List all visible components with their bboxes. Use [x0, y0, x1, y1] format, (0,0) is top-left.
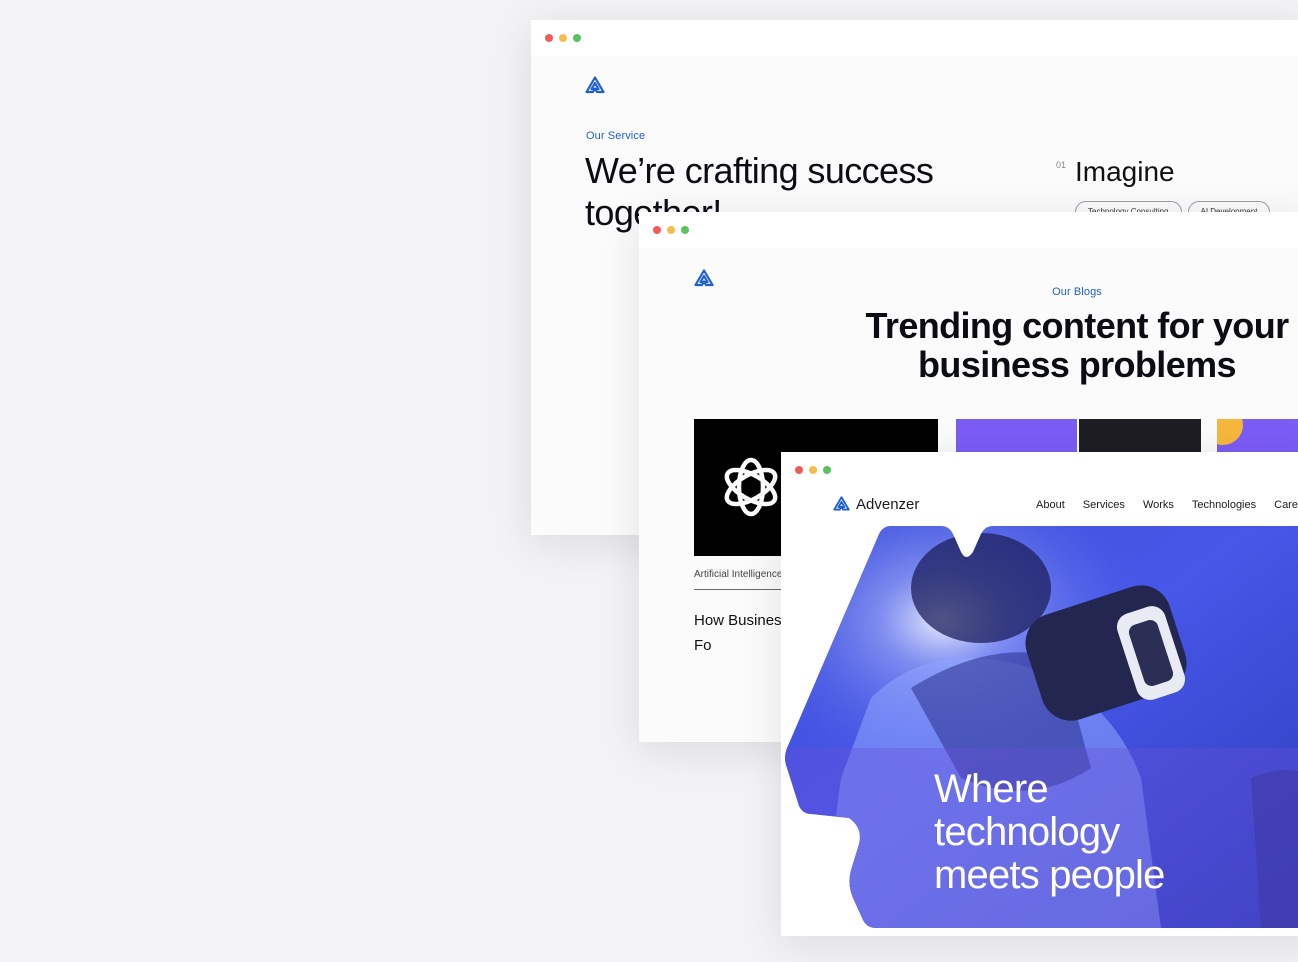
service-number: 01: [1056, 160, 1067, 170]
home-window: Advenzer About Services Works Technologi…: [781, 452, 1298, 936]
title-line: Trending content for your: [865, 305, 1290, 346]
window-titlebar: [531, 20, 1298, 56]
section-title: Trending content for your business probl…: [789, 306, 1298, 384]
hero-heading: Where technology meets people: [934, 768, 1165, 897]
openai-icon: [716, 449, 786, 525]
nav-item-careers[interactable]: Careers: [1274, 499, 1298, 511]
maximize-window-button[interactable]: [823, 466, 831, 474]
title-line: business problems: [918, 344, 1237, 385]
brand-logo-icon: [833, 496, 850, 513]
brand-link[interactable]: Advenzer: [833, 496, 919, 513]
blog-category: Artificial Intelligence: [694, 569, 783, 580]
hero-line: meets people: [934, 853, 1165, 897]
close-window-button[interactable]: [653, 226, 661, 234]
minimize-window-button[interactable]: [667, 226, 675, 234]
nav-item-about[interactable]: About: [1036, 499, 1065, 511]
minimize-window-button[interactable]: [559, 34, 567, 42]
window-titlebar: [781, 452, 1298, 488]
service-name: Imagine: [1075, 156, 1175, 187]
brand-name: Advenzer: [856, 496, 920, 513]
home-page: Advenzer About Services Works Technologi…: [781, 488, 1298, 936]
section-eyebrow: Our Blogs: [1052, 286, 1102, 298]
brand-logo-icon[interactable]: [585, 76, 605, 96]
maximize-window-button[interactable]: [681, 226, 689, 234]
maximize-window-button[interactable]: [573, 34, 581, 42]
close-window-button[interactable]: [795, 466, 803, 474]
main-nav: About Services Works Technologies Career…: [1036, 499, 1298, 511]
nav-item-works[interactable]: Works: [1143, 499, 1174, 511]
hero-line: technology: [934, 810, 1120, 854]
window-titlebar: [639, 212, 1298, 248]
hero-image: Where technology meets people: [781, 518, 1298, 928]
close-window-button[interactable]: [545, 34, 553, 42]
hero-line: Where: [934, 767, 1049, 811]
nav-item-technologies[interactable]: Technologies: [1192, 499, 1256, 511]
nav-item-services[interactable]: Services: [1083, 499, 1125, 511]
section-eyebrow: Our Service: [586, 130, 646, 142]
minimize-window-button[interactable]: [809, 466, 817, 474]
